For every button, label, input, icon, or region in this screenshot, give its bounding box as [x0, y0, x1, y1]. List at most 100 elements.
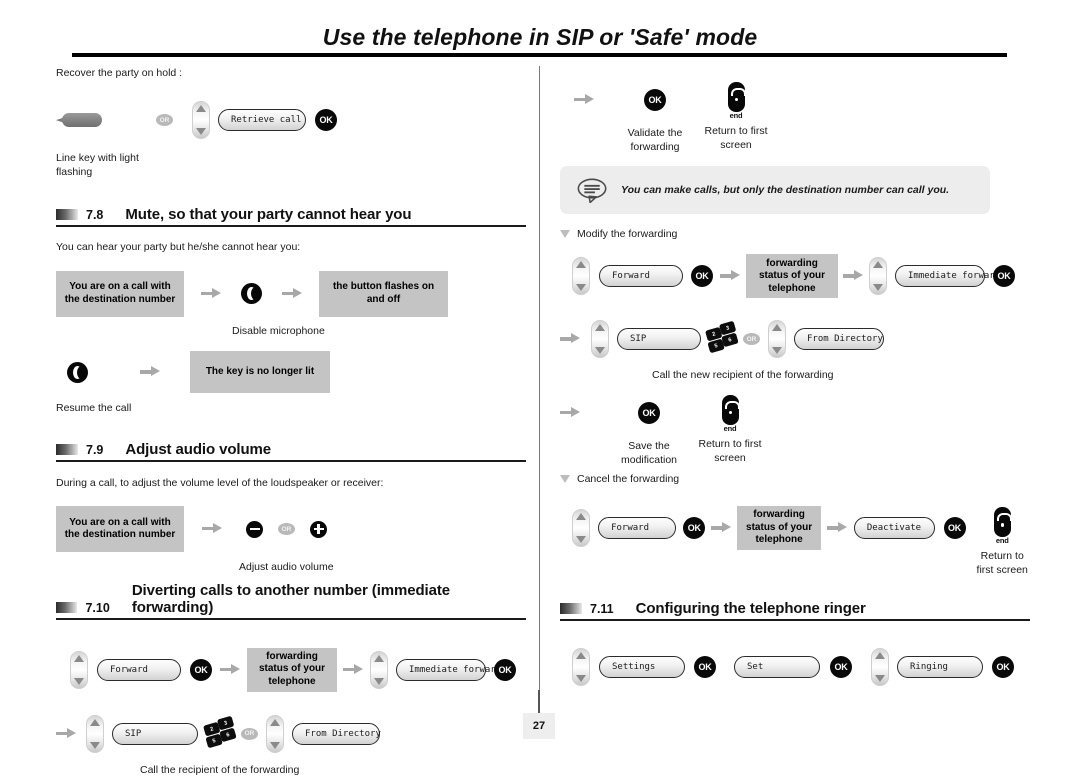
retrieve-call-flow: OR Retrieve call OK — [56, 101, 526, 140]
softkey-forward[interactable]: Forward — [97, 658, 181, 681]
return-first-screen-caption: Return to first screen — [976, 550, 1028, 576]
end-key-icon[interactable]: end — [723, 82, 749, 122]
arrow-icon — [140, 365, 162, 379]
softkey-sip[interactable]: SIP — [617, 328, 701, 351]
line-key-icon[interactable] — [56, 113, 102, 128]
navigator-icon[interactable] — [370, 650, 388, 689]
mute-flow-row1: You are on a call with the destination n… — [56, 270, 526, 317]
mute-key-icon[interactable] — [241, 283, 262, 305]
section-title: Adjust audio volume — [125, 440, 272, 458]
mute-flow-row2: The key is no longer lit — [56, 351, 526, 394]
triangle-down-icon — [560, 230, 570, 239]
arrow-icon — [343, 663, 365, 677]
divert-flow-row2: SIP 23 56 OR From Directory — [56, 714, 526, 753]
ok-button[interactable]: OK — [691, 265, 713, 288]
ok-button[interactable]: OK — [494, 658, 516, 681]
right-column: OK Validate the forwarding end Return to… — [560, 66, 1030, 687]
navigator-icon[interactable] — [572, 648, 590, 687]
section-number: 7.11 — [590, 602, 614, 617]
mute-intro: You can hear your party but he/she canno… — [56, 241, 301, 254]
softkey-from-directory[interactable]: From Directory — [794, 328, 884, 351]
navigator-icon[interactable] — [768, 320, 786, 359]
softkey-immediate-forward[interactable]: Immediate forward — [396, 658, 501, 681]
softkey-deactivate[interactable]: Deactivate — [853, 517, 936, 540]
softkey-from-directory[interactable]: From Directory — [292, 722, 381, 745]
arrow-icon — [282, 287, 304, 301]
ok-button[interactable]: OK — [190, 658, 212, 681]
ok-button[interactable]: OK — [644, 89, 666, 111]
arrow-icon — [220, 663, 242, 677]
section-number: 7.8 — [86, 208, 104, 223]
softkey-forward[interactable]: Forward — [599, 265, 683, 288]
ok-button[interactable]: OK — [315, 109, 337, 132]
ok-button[interactable]: OK — [638, 401, 660, 424]
arrow-icon — [574, 93, 596, 107]
ok-button[interactable]: OK — [694, 656, 716, 679]
section-marker — [560, 603, 582, 615]
section-7-10: 7.10 Diverting calls to another number (… — [56, 582, 526, 620]
keypad-icon[interactable]: 23 56 — [704, 320, 745, 358]
recover-intro: Recover the party on hold : — [56, 67, 183, 79]
arrow-icon — [843, 269, 865, 283]
navigator-icon[interactable] — [572, 257, 590, 296]
or-icon: OR — [241, 727, 258, 740]
softkey-retrieve-call[interactable]: Retrieve call — [218, 109, 306, 132]
section-7-8: 7.8 Mute, so that your party cannot hear… — [56, 201, 526, 228]
softkey-immediate-forward[interactable]: Immediate forward — [895, 265, 1000, 288]
mute-key-icon[interactable] — [67, 361, 88, 383]
triangle-down-icon — [560, 475, 570, 484]
navigator-icon[interactable] — [869, 257, 887, 296]
volume-up-button[interactable] — [310, 520, 327, 538]
line-key-caption: Line key with light flashing — [56, 152, 139, 178]
section-marker — [56, 601, 78, 613]
save-modification-caption: Save the modification — [620, 439, 678, 466]
document-page: Use the telephone in SIP or 'Safe' mode … — [0, 0, 1080, 776]
navigator-icon[interactable] — [871, 648, 889, 687]
section-marker — [56, 443, 78, 455]
ok-button[interactable]: OK — [830, 656, 852, 679]
title-divider — [72, 53, 1007, 57]
navigator-icon[interactable] — [192, 101, 210, 140]
navigator-icon[interactable] — [266, 714, 284, 753]
section-marker — [56, 209, 78, 221]
ok-button[interactable]: OK — [993, 265, 1015, 288]
arrow-icon — [56, 727, 78, 741]
navigator-icon[interactable] — [70, 650, 88, 689]
navigator-icon[interactable] — [572, 509, 590, 548]
validate-flow: OK Validate the forwarding end Return to… — [574, 82, 1030, 154]
softkey-ringing[interactable]: Ringing — [897, 656, 983, 679]
section-7-9: 7.9 Adjust audio volume — [56, 436, 526, 462]
ringer-flow: Settings OK Set OK Ringing OK — [572, 648, 1030, 687]
arrow-icon — [560, 332, 582, 346]
softkey-set[interactable]: Set — [734, 656, 820, 679]
validate-caption: Validate the forwarding — [627, 127, 683, 153]
or-icon: OR — [156, 114, 173, 127]
section-number: 7.9 — [86, 442, 104, 457]
divert-flow-row1: Forward OK forwarding status of your tel… — [70, 647, 526, 692]
disable-microphone-caption: Disable microphone — [232, 324, 325, 337]
arrow-icon — [201, 287, 223, 301]
navigator-icon[interactable] — [591, 320, 609, 359]
softkey-forward[interactable]: Forward — [598, 517, 677, 540]
return-screen-caption: Return to first screen — [698, 437, 762, 464]
arrow-icon — [711, 521, 733, 535]
end-key-icon[interactable]: end — [717, 394, 743, 435]
section-title: Diverting calls to another number (immed… — [131, 581, 450, 616]
keypad-icon[interactable]: 23 56 — [202, 715, 243, 753]
ok-button[interactable]: OK — [683, 517, 706, 540]
navigator-icon[interactable] — [86, 714, 104, 753]
ok-button[interactable]: OK — [992, 656, 1014, 679]
box-forwarding-status: forwarding status of your telephone — [247, 647, 337, 692]
softkey-sip[interactable]: SIP — [112, 722, 198, 745]
end-key-icon[interactable]: end — [989, 507, 1015, 547]
call-recipient-caption: Call the recipient of the forwarding — [140, 763, 300, 776]
ok-button[interactable]: OK — [943, 517, 966, 540]
section-title: Mute, so that your party cannot hear you — [125, 206, 412, 224]
arrow-icon — [202, 522, 224, 536]
page-number: 27 — [523, 713, 555, 739]
softkey-settings[interactable]: Settings — [599, 656, 685, 679]
volume-down-button[interactable] — [246, 520, 263, 538]
arrow-icon — [826, 521, 849, 535]
left-column: Recover the party on hold : OR Retrieve … — [56, 66, 526, 777]
call-new-recipient-caption: Call the new recipient of the forwarding — [652, 369, 834, 382]
